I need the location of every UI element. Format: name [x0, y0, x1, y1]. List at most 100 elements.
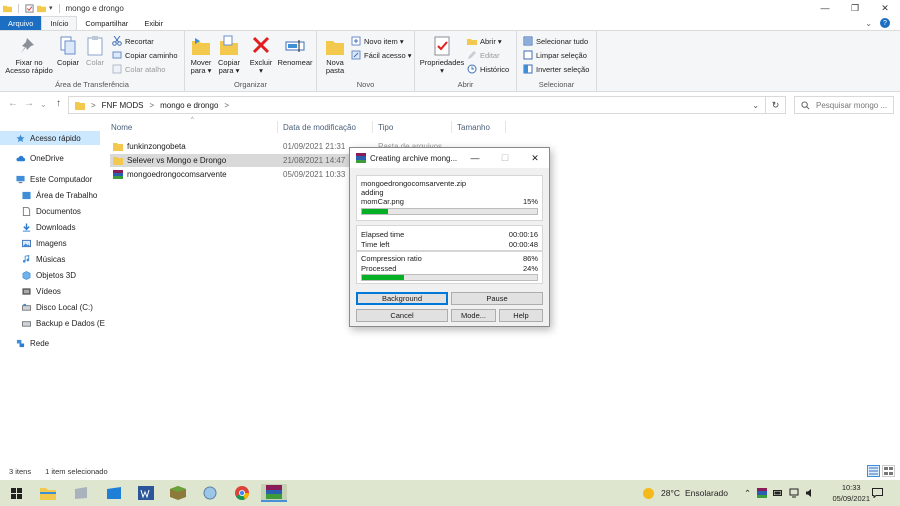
winrar-icon — [356, 153, 366, 163]
maximize-button[interactable]: ❐ — [840, 0, 870, 16]
column-header-name[interactable]: Nome — [111, 123, 132, 132]
pause-button[interactable]: Pause — [451, 292, 543, 305]
history-button[interactable]: Histórico — [467, 64, 509, 74]
pin-quick-access-button[interactable]: Fixar no Acesso rápido — [4, 35, 54, 75]
dialog-minimize-button[interactable]: — — [460, 148, 490, 168]
new-item-button[interactable]: Novo item ▾ — [351, 36, 404, 46]
move-to-button[interactable]: Mover para ▾ — [189, 35, 213, 75]
large-icons-view-button[interactable] — [882, 465, 895, 477]
nav-item-3d-objects[interactable]: Objetos 3D — [22, 271, 76, 280]
open-button[interactable]: Abrir ▾ — [467, 36, 502, 46]
column-header-type[interactable]: Tipo — [378, 123, 393, 132]
taskbar-app-1[interactable] — [68, 484, 94, 502]
taskbar-chrome[interactable] — [229, 484, 255, 502]
network-tray-icon[interactable] — [789, 488, 799, 498]
tab-view[interactable]: Exibir — [136, 16, 171, 30]
chevron-down-icon[interactable]: ▾ — [49, 4, 53, 12]
new-folder-button[interactable]: Nova pasta — [321, 35, 349, 75]
breadcrumb-fnf-mods[interactable]: FNF MODS — [102, 101, 144, 110]
forward-button[interactable]: → — [24, 98, 34, 109]
dialog-maximize-button[interactable]: ☐ — [490, 148, 520, 168]
weather-widget[interactable]: 28°C Ensolarado — [642, 480, 728, 506]
cut-button[interactable]: Recortar — [112, 36, 154, 46]
mode-button[interactable]: Mode... — [451, 309, 496, 322]
nav-item-pictures[interactable]: Imagens — [22, 239, 67, 248]
help-icon[interactable]: ? — [880, 18, 890, 28]
background-button[interactable]: Background — [356, 292, 448, 305]
taskbar-app-2[interactable] — [101, 484, 127, 502]
column-divider[interactable] — [372, 121, 373, 133]
start-button[interactable] — [3, 484, 29, 502]
nav-item-local-disk[interactable]: Disco Local (C:) — [22, 303, 93, 312]
delete-button[interactable]: Excluir ▾ — [247, 35, 275, 75]
select-all-button[interactable]: Selecionar tudo — [523, 36, 588, 46]
back-button[interactable]: ← — [8, 98, 18, 109]
winrar-tray-icon[interactable] — [757, 488, 768, 498]
nav-item-videos[interactable]: Vídeos — [22, 287, 61, 296]
up-button[interactable]: ↑ — [56, 98, 61, 109]
taskbar-app-3[interactable] — [197, 484, 223, 502]
column-header-size[interactable]: Tamanho — [457, 123, 490, 132]
search-box[interactable]: Pesquisar mongo ... — [794, 96, 894, 114]
item-count: 3 itens — [9, 466, 32, 476]
taskbar-minecraft[interactable] — [165, 484, 191, 502]
column-divider[interactable] — [451, 121, 452, 133]
select-all-icon — [523, 36, 533, 46]
nav-item-this-pc[interactable]: Este Computador — [16, 175, 92, 184]
collapse-ribbon-icon[interactable]: ⌄ — [865, 19, 872, 28]
search-input[interactable]: Pesquisar mongo ... — [816, 101, 887, 110]
tab-share[interactable]: Compartilhar — [77, 16, 136, 30]
properties-checkbox-icon[interactable] — [25, 3, 34, 13]
nav-item-network[interactable]: Rede — [16, 339, 49, 348]
column-header-date[interactable]: Data de modificação — [283, 123, 356, 132]
nav-item-music[interactable]: Músicas — [22, 255, 65, 264]
column-divider[interactable] — [277, 121, 278, 133]
folder-icon — [113, 157, 123, 165]
nav-item-backup-disk[interactable]: Backup e Dados (E — [22, 319, 105, 328]
details-view-button[interactable] — [867, 465, 880, 477]
rename-button[interactable]: Renomear — [277, 35, 313, 67]
select-none-button[interactable]: Limpar seleção — [523, 50, 587, 60]
notifications-button[interactable] — [872, 480, 883, 506]
nav-item-onedrive[interactable]: OneDrive — [16, 154, 64, 163]
taskbar-file-explorer[interactable] — [35, 484, 61, 502]
tray-overflow-button[interactable]: ⌃ — [744, 488, 751, 499]
paste-shortcut-button[interactable]: Colar atalho — [112, 64, 165, 74]
paste-button[interactable]: Colar — [82, 35, 108, 67]
copy-button[interactable]: Copiar — [56, 35, 80, 67]
address-dropdown-button[interactable]: ⌄ — [752, 101, 759, 110]
help-button[interactable]: Help — [499, 309, 543, 322]
file-row[interactable]: mongoedrongocomsarvente 05/09/2021 10:33 — [110, 168, 372, 181]
properties-button[interactable]: Propriedades ▾ — [418, 35, 466, 75]
edit-button[interactable]: Editar — [467, 50, 500, 60]
taskbar-word[interactable] — [133, 484, 159, 502]
dialog-close-button[interactable]: ✕ — [520, 148, 550, 168]
file-row-selected[interactable]: Selever vs Mongo e Drongo 21/08/2021 14:… — [110, 154, 372, 167]
edit-icon — [468, 51, 476, 59]
cancel-button[interactable]: Cancel — [356, 309, 448, 322]
nav-item-desktop[interactable]: Área de Trabalho — [22, 191, 97, 200]
new-folder-icon[interactable] — [37, 4, 46, 13]
nav-item-downloads[interactable]: Downloads — [22, 223, 76, 232]
tab-home[interactable]: Início — [41, 16, 78, 30]
close-button[interactable]: ✕ — [870, 0, 900, 16]
recent-locations-button[interactable]: ⌄ — [40, 100, 47, 109]
battery-icon[interactable] — [773, 488, 783, 498]
tab-file[interactable]: Arquivo — [0, 16, 42, 30]
clock[interactable]: 10:33 05/09/2021 — [832, 482, 870, 504]
invert-selection-button[interactable]: Inverter seleção — [523, 64, 589, 74]
refresh-button[interactable]: ↻ — [766, 96, 786, 114]
minimize-button[interactable]: — — [810, 0, 840, 16]
volume-icon[interactable] — [805, 488, 815, 498]
nav-label: Músicas — [36, 255, 66, 264]
nav-item-quick-access[interactable]: Acesso rápido — [0, 131, 100, 145]
easy-access-button[interactable]: Fácil acesso ▾ — [351, 50, 412, 60]
copy-path-button[interactable]: Copiar caminho — [112, 50, 178, 60]
file-row[interactable]: funkinzongobeta 01/09/2021 21:31 — [110, 140, 372, 153]
address-bar[interactable]: > FNF MODS > mongo e drongo > ⌄ — [68, 96, 766, 114]
nav-item-documents[interactable]: Documentos — [22, 207, 81, 216]
column-divider[interactable] — [505, 121, 506, 133]
taskbar-winrar[interactable] — [261, 484, 287, 502]
breadcrumb-mongo-e-drongo[interactable]: mongo e drongo — [160, 101, 218, 110]
copy-to-button[interactable]: Copiar para ▾ — [216, 35, 242, 75]
